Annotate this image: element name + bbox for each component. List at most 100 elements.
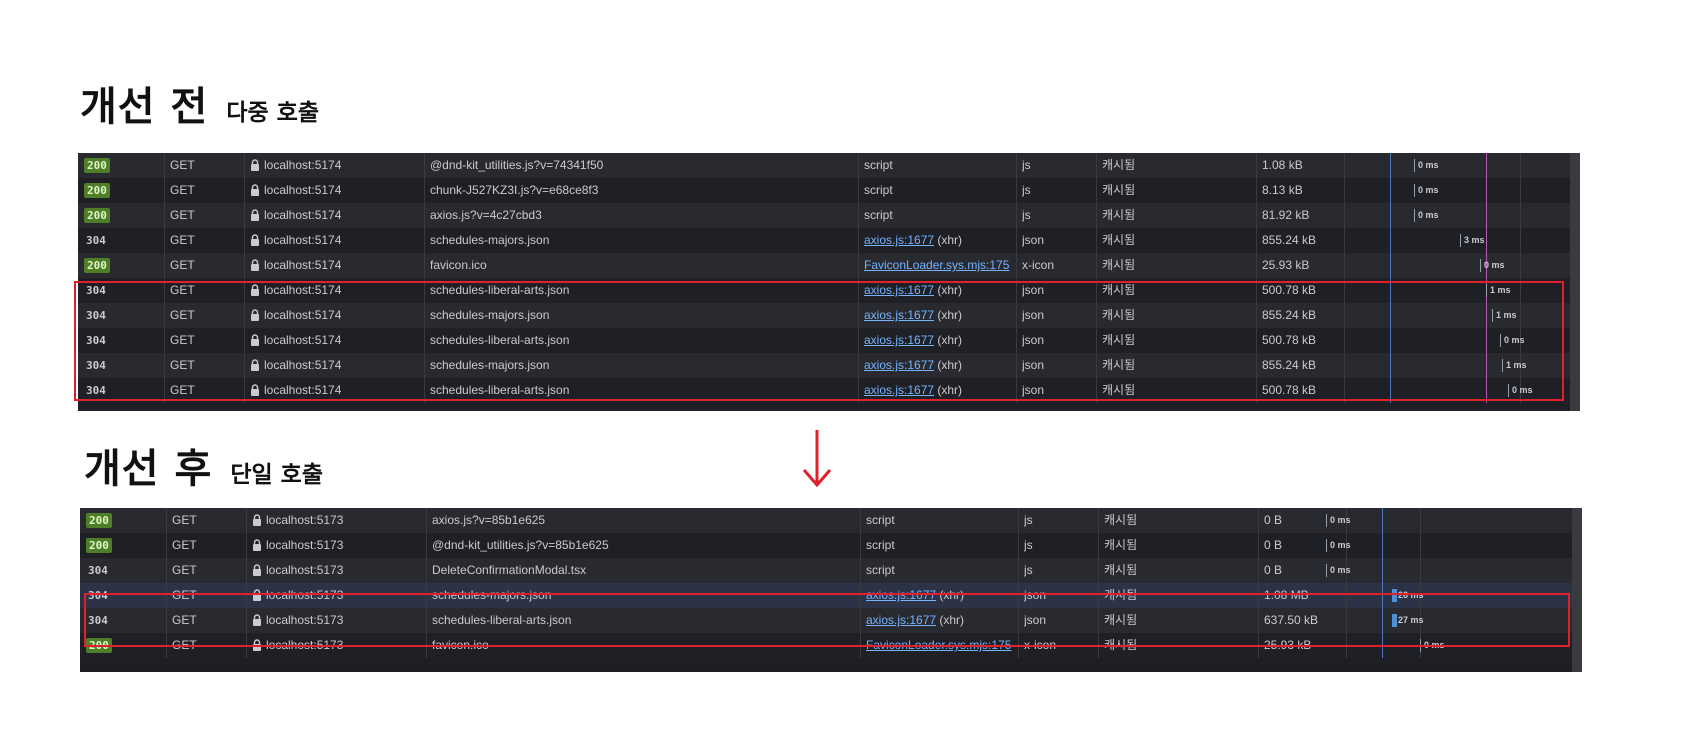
column-divider <box>1098 558 1099 583</box>
scrollbar[interactable] <box>1572 508 1582 672</box>
waterfall-time: 0 ms <box>1330 565 1351 575</box>
after-subtitle: 단일 호출 <box>230 462 323 488</box>
column-divider <box>858 253 859 278</box>
waterfall-time: 3 ms <box>1464 235 1485 245</box>
dom-loaded-line <box>1382 533 1383 558</box>
initiator-cell: script <box>864 178 1014 203</box>
status-badge: 304 <box>86 234 106 247</box>
dom-loaded-line <box>1390 153 1391 178</box>
size-cell: 1.08 kB <box>1262 158 1303 172</box>
request-row[interactable]: 304 GET localhost:5173 DeleteConfirmationMo… <box>80 558 1582 583</box>
lock-icon <box>251 234 259 246</box>
column-divider <box>164 153 165 178</box>
transferred-cell: 캐시됨 <box>1104 563 1138 577</box>
waterfall-time: 0 ms <box>1484 260 1505 270</box>
status-badge: 200 <box>84 258 110 273</box>
request-row[interactable]: 200 GET localhost:5173 @dnd-kit_utilities.j… <box>80 533 1582 558</box>
column-divider <box>424 153 425 178</box>
column-divider <box>1344 228 1345 253</box>
column-divider <box>858 203 859 228</box>
request-row[interactable]: 304 GET localhost:5174 schedules-majors.jso… <box>78 228 1580 253</box>
waterfall-tick <box>1326 539 1327 552</box>
column-divider <box>1096 153 1097 178</box>
status-badge: 200 <box>84 208 110 223</box>
lock-icon <box>253 564 261 576</box>
initiator-text: script <box>866 538 895 552</box>
request-row[interactable]: 200 GET localhost:5174 @dnd-kit_utilities.j… <box>78 153 1580 178</box>
waterfall-time: 0 ms <box>1330 515 1351 525</box>
column-divider <box>1016 228 1017 253</box>
column-divider <box>164 228 165 253</box>
type-cell: json <box>1022 233 1045 247</box>
domain-text: localhost:5173 <box>266 563 344 577</box>
network-panel-after: 200 GET localhost:5173 axios.js?v=85b1e625 s… <box>80 508 1582 672</box>
column-divider <box>1344 178 1345 203</box>
domain-text: localhost:5173 <box>266 513 344 527</box>
lock-icon <box>251 184 259 196</box>
request-row[interactable]: 200 GET localhost:5174 axios.js?v=4c27cbd3 s… <box>78 203 1580 228</box>
file-cell: @dnd-kit_utilities.js?v=85b1e625 <box>432 538 609 552</box>
column-divider <box>1096 178 1097 203</box>
transferred-cell: 캐시됨 <box>1102 208 1136 222</box>
initiator-cell: script <box>866 508 1016 533</box>
request-row[interactable]: 200 GET localhost:5174 chunk-J527KZ3I.js?v=… <box>78 178 1580 203</box>
column-divider <box>1016 203 1017 228</box>
size-cell: 81.92 kB <box>1262 208 1310 222</box>
dom-loaded-line <box>1390 228 1391 253</box>
column-divider <box>424 203 425 228</box>
size-cell: 855.24 kB <box>1262 233 1317 247</box>
type-cell: js <box>1022 208 1031 222</box>
column-divider <box>1098 533 1099 558</box>
domain-text: localhost:5174 <box>264 183 342 197</box>
waterfall-gridline <box>1520 153 1521 178</box>
column-divider <box>860 533 861 558</box>
file-cell: chunk-J527KZ3I.js?v=e68ce8f3 <box>430 183 599 197</box>
initiator-text: script <box>864 208 893 222</box>
status-badge: 200 <box>84 183 110 198</box>
domain-cell: localhost:5174 <box>250 153 341 178</box>
initiator-text: script <box>864 158 893 172</box>
column-divider <box>424 178 425 203</box>
column-divider <box>1344 253 1345 278</box>
column-divider <box>1016 178 1017 203</box>
after-title: 개선 후 <box>84 446 213 492</box>
column-divider <box>1344 153 1345 178</box>
initiator-text: … <box>1013 258 1014 272</box>
load-line <box>1486 178 1487 203</box>
type-cell: js <box>1022 183 1031 197</box>
initiator-link[interactable]: FaviconLoader.sys.mjs:175 <box>864 258 1009 272</box>
load-line <box>1486 203 1487 228</box>
scrollbar[interactable] <box>1570 153 1580 411</box>
file-cell: schedules-majors.json <box>430 233 550 247</box>
request-row[interactable]: 200 GET localhost:5173 axios.js?v=85b1e625 s… <box>80 508 1582 533</box>
transferred-cell: 캐시됨 <box>1102 158 1136 172</box>
column-divider <box>1016 153 1017 178</box>
waterfall-gridline <box>1420 558 1421 583</box>
column-divider <box>858 228 859 253</box>
transferred-cell: 캐시됨 <box>1102 233 1136 247</box>
waterfall-gridline <box>1520 228 1521 253</box>
waterfall-time: 0 ms <box>1330 540 1351 550</box>
column-divider <box>1096 253 1097 278</box>
initiator-link[interactable]: axios.js:1677 <box>864 233 934 247</box>
initiator-cell: script <box>864 203 1014 228</box>
column-divider <box>164 178 165 203</box>
initiator-cell: FaviconLoader.sys.mjs:175 … <box>864 253 1014 278</box>
column-divider <box>166 508 167 533</box>
domain-cell: localhost:5174 <box>250 203 341 228</box>
lock-icon <box>253 514 261 526</box>
waterfall-tick <box>1326 514 1327 527</box>
column-divider <box>1256 228 1257 253</box>
initiator-text: script <box>866 513 895 527</box>
column-divider <box>1258 558 1259 583</box>
column-divider <box>166 558 167 583</box>
method-cell: GET <box>170 233 195 247</box>
column-divider <box>858 178 859 203</box>
column-divider <box>1018 533 1019 558</box>
request-row[interactable]: 200 GET localhost:5174 favicon.ico FaviconLo… <box>78 253 1580 278</box>
waterfall-tick <box>1480 259 1481 272</box>
column-divider <box>1256 153 1257 178</box>
waterfall-tick <box>1414 159 1415 172</box>
waterfall-gridline <box>1420 533 1421 558</box>
status-badge: 200 <box>84 158 110 173</box>
